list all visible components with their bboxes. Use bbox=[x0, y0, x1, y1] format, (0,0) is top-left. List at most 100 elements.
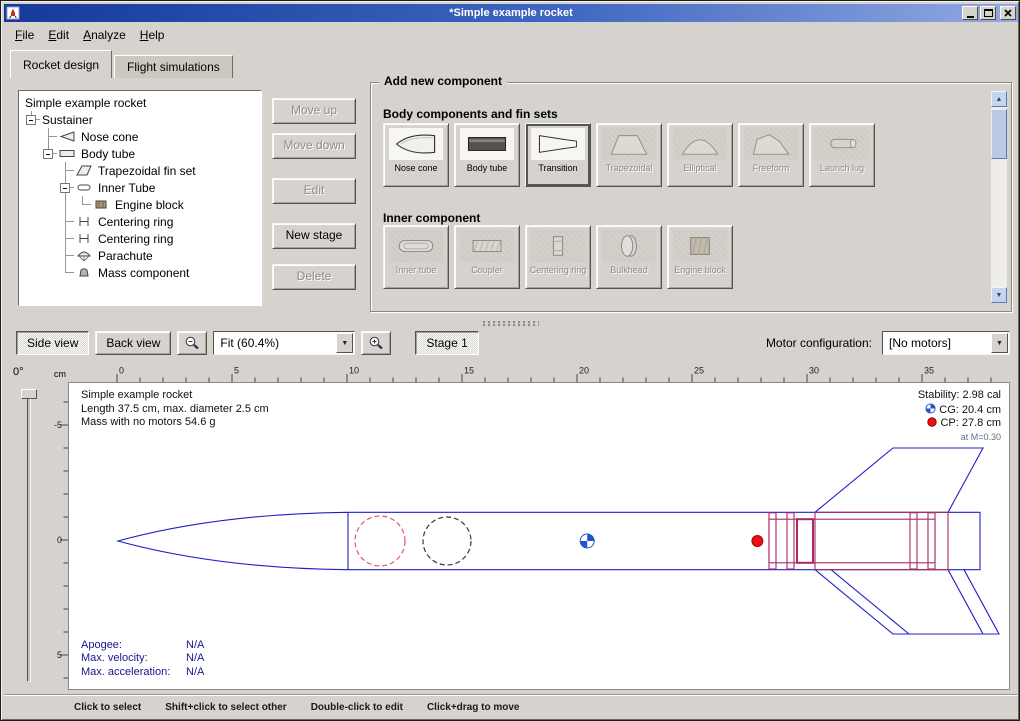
zoom-in-button[interactable] bbox=[361, 331, 391, 355]
scroll-down-icon: ▼ bbox=[996, 292, 1003, 299]
component-button-label: Body tube bbox=[457, 163, 517, 173]
component-tree[interactable]: Simple example rocket Sustainer Nose coneB… bbox=[18, 90, 262, 306]
tree-item-label: Simple example rocket bbox=[23, 96, 148, 110]
tree-item-label: Sustainer bbox=[40, 113, 95, 127]
tree-item-label: Nose cone bbox=[79, 130, 140, 144]
tree-item-nose-cone[interactable]: Nose cone bbox=[19, 128, 261, 145]
status-hint: Shift+click to select other bbox=[165, 702, 286, 713]
scroll-thumb[interactable] bbox=[991, 109, 1007, 159]
cp-legend-icon bbox=[927, 417, 937, 427]
tree-expand-handle[interactable] bbox=[26, 115, 36, 125]
tree-expand-handle[interactable] bbox=[60, 183, 70, 193]
tree-item-engine-block[interactable]: Engine block bbox=[19, 196, 261, 213]
close-button[interactable] bbox=[1000, 6, 1016, 20]
rocket-info-line: Simple example rocket bbox=[81, 389, 269, 403]
scroll-down-button[interactable]: ▼ bbox=[991, 287, 1007, 303]
new-stage-button[interactable]: New stage bbox=[272, 223, 356, 249]
inner-components-outline bbox=[769, 512, 948, 569]
engineblock-icon bbox=[673, 230, 727, 262]
component-button-nose-cone[interactable]: Nose cone bbox=[383, 123, 449, 187]
scroll-up-button[interactable]: ▲ bbox=[991, 91, 1007, 107]
component-button-trapezoidal[interactable]: Trapezoidal bbox=[596, 123, 662, 187]
inner-components-row: Inner tubeCouplerCentering ring Bulkhead E… bbox=[383, 225, 733, 289]
tree-item-parachute[interactable]: Parachute bbox=[19, 247, 261, 264]
bodytube-icon bbox=[460, 128, 514, 160]
svg-text:10: 10 bbox=[349, 366, 359, 376]
component-button-label: Elliptical bbox=[670, 163, 730, 173]
tree-item-label: Inner Tube bbox=[96, 181, 157, 195]
component-button-engine-block[interactable]: Engine block bbox=[667, 225, 733, 289]
stage-1-toggle[interactable]: Stage 1 bbox=[415, 331, 478, 355]
component-button-label: Bulkhead bbox=[599, 265, 659, 275]
rotation-slider-handle[interactable] bbox=[21, 389, 37, 399]
menubar: FileEditAnalyzeHelp bbox=[4, 22, 1018, 48]
component-button-bulkhead[interactable]: Bulkhead bbox=[596, 225, 662, 289]
centeringring-icon bbox=[531, 230, 585, 262]
back-view-button[interactable]: Back view bbox=[95, 331, 171, 355]
tree-item-label: Engine block bbox=[113, 198, 186, 212]
component-button-label: Engine block bbox=[670, 265, 730, 275]
menu-edit[interactable]: Edit bbox=[41, 25, 76, 45]
component-button-transition[interactable]: Transition bbox=[525, 123, 591, 187]
tab-flight-simulations[interactable]: Flight simulations bbox=[114, 55, 233, 78]
zoom-out-button[interactable] bbox=[177, 331, 207, 355]
status-hint: Click+drag to move bbox=[427, 702, 520, 713]
motor-configuration-value: [No motors] bbox=[889, 336, 951, 350]
design-canvas[interactable]: Simple example rocketLength 37.5 cm, max… bbox=[68, 382, 1010, 690]
component-button-label: Trapezoidal bbox=[599, 163, 659, 173]
tree-item-simple-example-rocket[interactable]: Simple example rocket bbox=[19, 94, 261, 111]
tab-rocket-design[interactable]: Rocket design bbox=[10, 50, 112, 78]
svg-text:25: 25 bbox=[694, 366, 704, 376]
tree-item-label: Mass component bbox=[96, 266, 191, 280]
svg-text:15: 15 bbox=[464, 366, 474, 376]
trapezoidal-icon bbox=[602, 128, 656, 160]
view-toolbar: Side view Back view Fit (60.4%) ▼ Stage 1… bbox=[4, 328, 1018, 358]
move-up-button[interactable]: Move up bbox=[272, 98, 356, 124]
move-down-button[interactable]: Move down bbox=[272, 133, 356, 159]
maximize-button[interactable] bbox=[980, 6, 996, 20]
tree-item-trapezoidal-fin-set[interactable]: Trapezoidal fin set bbox=[19, 162, 261, 179]
component-button-elliptical[interactable]: Elliptical bbox=[667, 123, 733, 187]
svg-text:5: 5 bbox=[57, 650, 62, 660]
dropdown-arrow-icon[interactable]: ▼ bbox=[336, 333, 353, 353]
component-button-label: Freeform bbox=[741, 163, 801, 173]
statusbar: Click to select Shift+click to select oth… bbox=[4, 694, 1018, 719]
tree-item-mass-component[interactable]: Mass component bbox=[19, 264, 261, 281]
menu-analyze[interactable]: Analyze bbox=[76, 25, 133, 45]
tree-expand-handle[interactable] bbox=[43, 149, 53, 159]
tree-item-centering-ring[interactable]: Centering ring bbox=[19, 213, 261, 230]
zoom-level-select[interactable]: Fit (60.4%) ▼ bbox=[213, 331, 355, 355]
add-component-scrollbar[interactable]: ▲ ▼ bbox=[991, 91, 1007, 303]
minimize-button[interactable] bbox=[962, 6, 978, 20]
edit-button[interactable]: Edit bbox=[272, 178, 356, 204]
component-button-coupler[interactable]: Coupler bbox=[454, 225, 520, 289]
component-button-launch-lug[interactable]: Launch lug bbox=[809, 123, 875, 187]
tree-item-sustainer[interactable]: Sustainer bbox=[19, 111, 261, 128]
rotation-slider[interactable] bbox=[27, 390, 31, 682]
component-button-centering-ring[interactable]: Centering ring bbox=[525, 225, 591, 289]
chute-icon bbox=[75, 249, 93, 262]
status-hint: Click to select bbox=[74, 702, 141, 713]
zoom-level-value: Fit (60.4%) bbox=[220, 336, 279, 350]
menu-file[interactable]: File bbox=[8, 25, 41, 45]
menu-help[interactable]: Help bbox=[133, 25, 172, 45]
component-button-inner-tube[interactable]: Inner tube bbox=[383, 225, 449, 289]
splitter-grip-icon bbox=[483, 321, 539, 327]
svg-text:-5: -5 bbox=[54, 420, 62, 430]
titlebar[interactable]: *Simple example rocket bbox=[4, 4, 1018, 22]
launchlug-icon bbox=[815, 128, 869, 160]
dropdown-arrow-icon[interactable]: ▼ bbox=[991, 333, 1008, 353]
component-button-label: Launch lug bbox=[812, 163, 872, 173]
panel-splitter[interactable] bbox=[4, 320, 1018, 328]
side-view-button[interactable]: Side view bbox=[16, 331, 89, 355]
tree-item-centering-ring[interactable]: Centering ring bbox=[19, 230, 261, 247]
component-button-body-tube[interactable]: Body tube bbox=[454, 123, 520, 187]
flight-stat-row: Max. velocity:N/A bbox=[81, 652, 204, 666]
delete-button[interactable]: Delete bbox=[272, 264, 356, 290]
tree-item-inner-tube[interactable]: Inner Tube bbox=[19, 179, 261, 196]
tree-item-body-tube[interactable]: Body tube bbox=[19, 145, 261, 162]
motor-configuration-select[interactable]: [No motors] ▼ bbox=[882, 331, 1010, 355]
component-button-freeform[interactable]: Freeform bbox=[738, 123, 804, 187]
vertical-ruler: -505 bbox=[52, 382, 68, 690]
motor-configuration-label: Motor configuration: bbox=[766, 336, 872, 350]
